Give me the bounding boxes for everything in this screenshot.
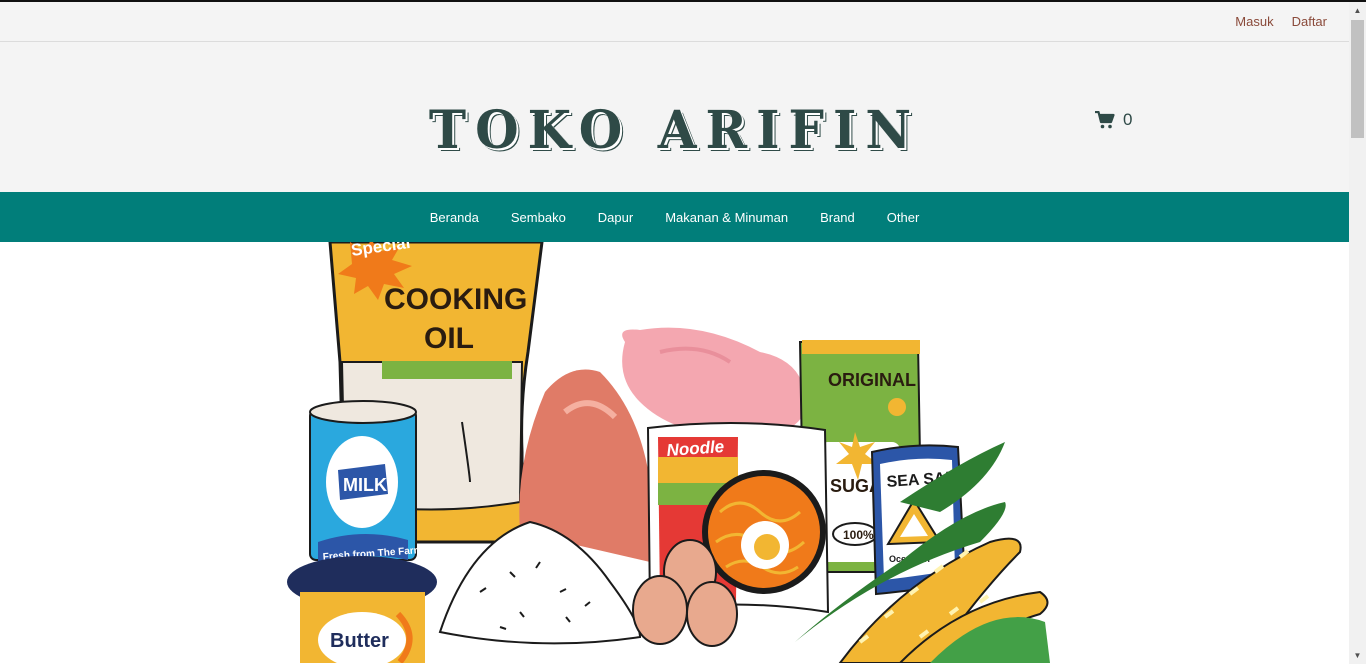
butter-label-text: Butter xyxy=(330,630,389,652)
cart-count: 0 xyxy=(1123,110,1133,129)
page: Masuk Daftar TOKO ARIFIN 0 Beranda Semba… xyxy=(0,2,1349,664)
main-nav: Beranda Sembako Dapur Makanan & Minuman … xyxy=(0,192,1349,242)
site-logo[interactable]: TOKO ARIFIN xyxy=(0,99,1349,161)
groceries-illustration: Special COOKING OIL ORIGINAL SUGAR 100% … xyxy=(287,242,1050,663)
nav-dapur[interactable]: Dapur xyxy=(598,206,633,229)
nav-other[interactable]: Other xyxy=(887,206,920,229)
oil-label-line2: OIL xyxy=(424,322,474,355)
hero-banner: Special COOKING OIL ORIGINAL SUGAR 100% … xyxy=(0,242,1349,663)
nav-sembako[interactable]: Sembako xyxy=(511,206,566,229)
site-header: TOKO ARIFIN 0 xyxy=(0,42,1349,192)
sugar-percent-text: 100% xyxy=(843,528,874,542)
milk-label-text: MILK xyxy=(343,475,387,495)
nav-makanan-minuman[interactable]: Makanan & Minuman xyxy=(665,206,788,229)
page-scrollbar[interactable]: ▲ ▼ xyxy=(1349,2,1366,664)
milk-carton: MILK Fresh from The Farm xyxy=(309,400,423,564)
noodle-label-text: Noodle xyxy=(666,437,725,460)
nav-beranda[interactable]: Beranda xyxy=(430,206,479,229)
top-bar: Masuk Daftar xyxy=(0,2,1349,42)
register-link[interactable]: Daftar xyxy=(1292,14,1327,29)
chicken xyxy=(622,327,806,438)
scroll-up-arrow-icon[interactable]: ▲ xyxy=(1349,2,1366,19)
scroll-down-arrow-icon[interactable]: ▼ xyxy=(1349,647,1366,664)
nav-brand[interactable]: Brand xyxy=(820,206,855,229)
login-link[interactable]: Masuk xyxy=(1235,14,1273,29)
sugar-brand-text: ORIGINAL xyxy=(828,370,916,390)
oil-label-line1: COOKING xyxy=(384,283,527,316)
cart-button[interactable]: 0 xyxy=(1095,110,1132,130)
cart-icon xyxy=(1095,111,1115,129)
butter-tub: Butter xyxy=(287,556,437,663)
scroll-thumb[interactable] xyxy=(1351,20,1364,138)
